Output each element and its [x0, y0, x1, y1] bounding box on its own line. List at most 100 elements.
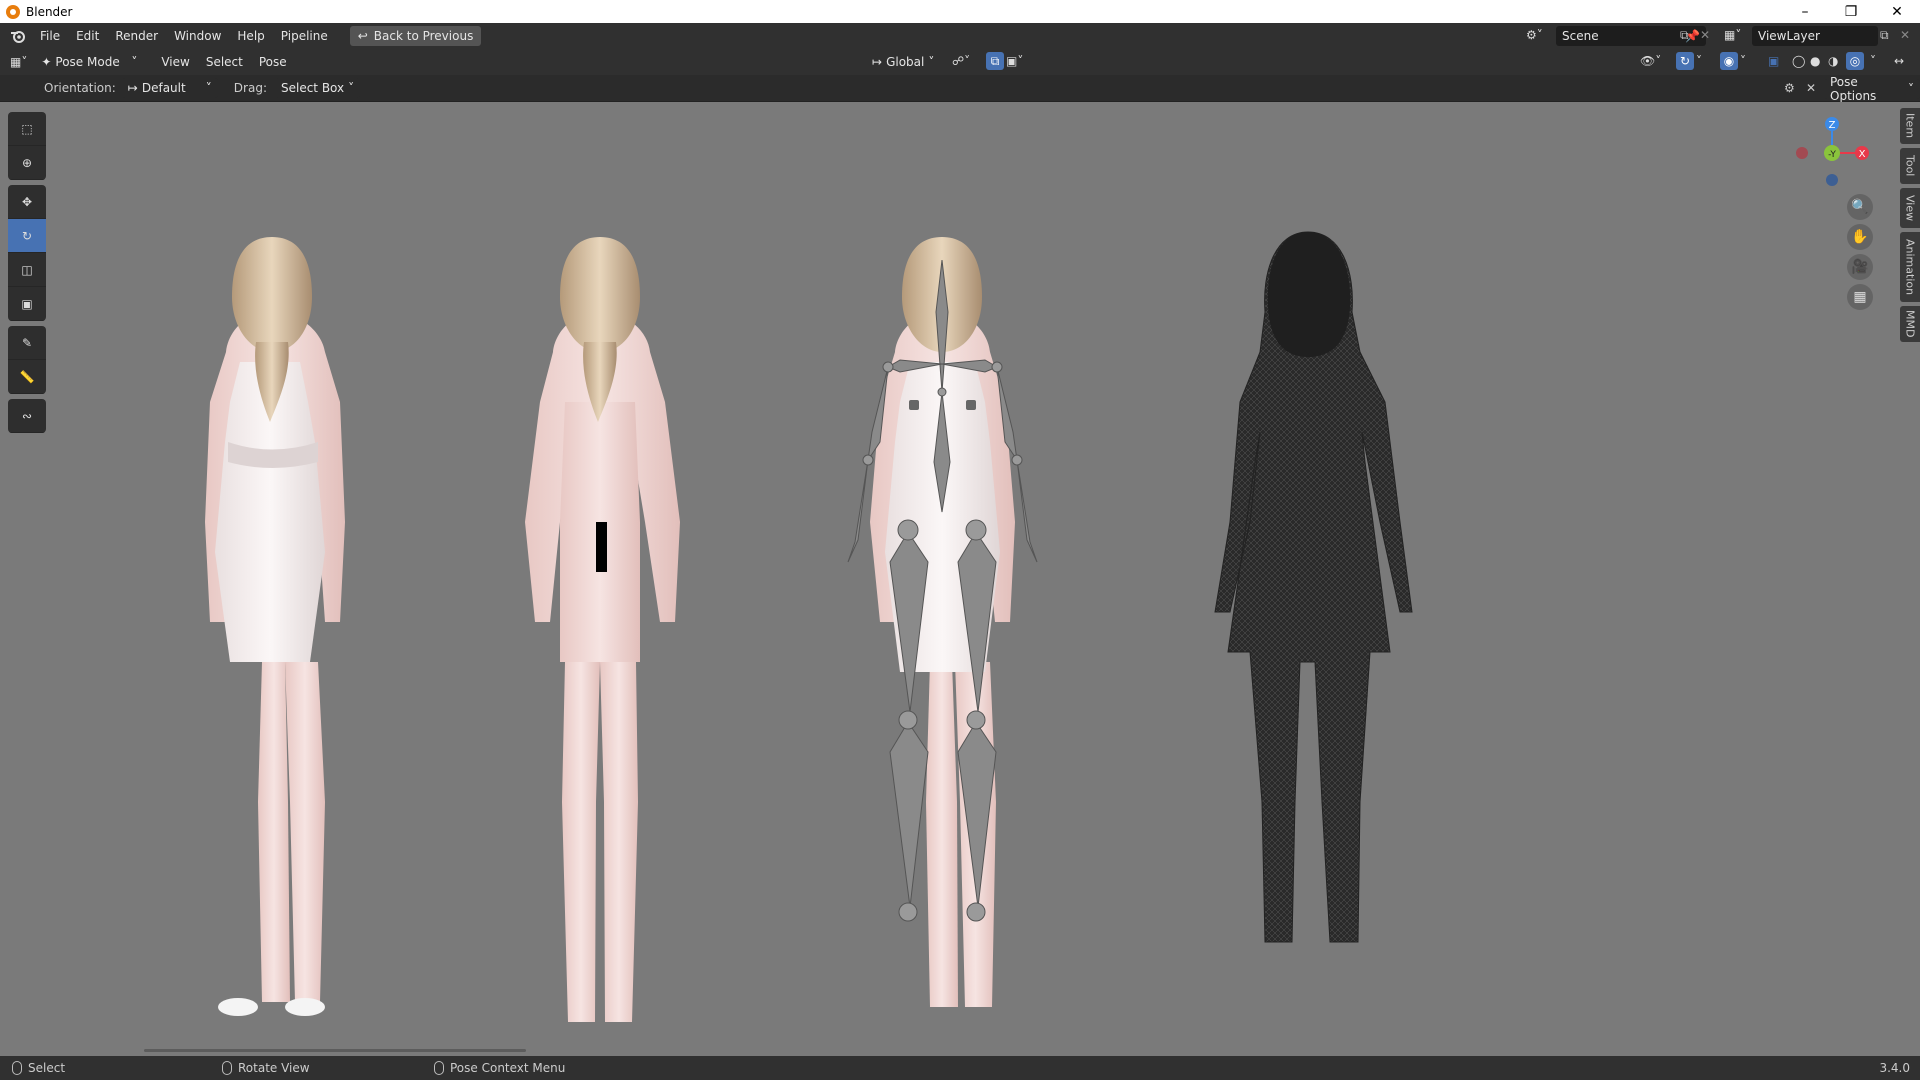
new-scene-icon[interactable]: ⧉ — [1680, 28, 1689, 43]
status-bar: Select Rotate View Pose Context Menu 3.4… — [0, 1056, 1920, 1080]
snap-toggle-icon[interactable]: ⧉ — [986, 52, 1004, 70]
annotate-tool-icon[interactable]: ✎ — [8, 326, 46, 360]
tab-mmd[interactable]: MMD — [1900, 306, 1920, 342]
window-titlebar: Blender – ❐ ✕ — [0, 0, 1920, 23]
pivot-point-icon[interactable]: ☍˅ — [952, 54, 970, 68]
orientation-icon: ↦ — [127, 81, 138, 95]
navigation-gizmo[interactable]: Z X -Y — [1792, 110, 1872, 190]
orientation-value: Default — [141, 81, 186, 95]
tool-shelf: ⬚ ⊕ ✥ ↻ ◫ ▣ ✎ 📏 ∾ — [8, 112, 46, 438]
new-viewlayer-icon[interactable]: ⧉ — [1880, 28, 1889, 43]
editor-type-icon[interactable]: ▦˅ — [10, 55, 27, 69]
snap-target-icon[interactable]: ▣˅ — [1006, 54, 1023, 68]
censor-bar — [596, 522, 607, 572]
menu-view[interactable]: View — [153, 49, 197, 75]
menu-window[interactable]: Window — [166, 23, 229, 49]
gizmo-y-label: -Y — [1828, 150, 1836, 160]
3d-viewport[interactable]: ⬚ ⊕ ✥ ↻ ◫ ▣ ✎ 📏 ∾ Z X -Y 🔍 ✋ 🎥 ▦ Item To… — [0, 102, 1920, 1056]
zoom-icon[interactable]: 🔍 — [1847, 194, 1873, 220]
axes-icon: ↦ — [872, 55, 883, 69]
sidebar-toggle-icon[interactable]: ↔ — [1894, 54, 1904, 68]
perspective-toggle-icon[interactable]: ▦ — [1847, 284, 1873, 310]
drag-value: Select Box — [280, 81, 345, 95]
shading-menu-icon[interactable]: ˅ — [1870, 54, 1876, 68]
tool-settings-icon[interactable]: ⚙ — [1784, 81, 1795, 95]
pose-options-label: Pose Options — [1830, 75, 1877, 103]
version-label: 3.4.0 — [1879, 1061, 1910, 1075]
overlays-toggle-icon[interactable]: ◉ — [1720, 52, 1738, 70]
close-tool-settings-icon[interactable]: ✕ — [1806, 81, 1816, 95]
cursor-tool-icon[interactable]: ⊕ — [8, 146, 46, 180]
pose-mode-icon: ✦ — [41, 55, 52, 69]
menu-edit[interactable]: Edit — [68, 23, 107, 49]
blender-logo-icon — [6, 4, 20, 19]
orientation-label: Orientation: — [44, 81, 116, 95]
overlays-menu-icon[interactable]: ˅ — [1740, 54, 1746, 68]
menu-render[interactable]: Render — [107, 23, 166, 49]
rotate-tool-icon[interactable]: ↻ — [8, 219, 46, 253]
orientation-selector[interactable]: ↦ Default ˅ — [121, 78, 218, 98]
mouse-middle-icon — [222, 1061, 232, 1075]
menu-pipeline[interactable]: Pipeline — [273, 23, 336, 49]
relax-pose-tool-icon[interactable]: ∾ — [8, 399, 46, 433]
back-icon: ↩ — [357, 29, 368, 43]
measure-tool-icon[interactable]: 📏 — [8, 360, 46, 394]
xray-toggle-icon[interactable]: ▣ — [1768, 54, 1779, 68]
gizmos-menu-icon[interactable]: ˅ — [1696, 54, 1702, 68]
transform-orientation-selector[interactable]: ↦ Global ˅ — [866, 52, 941, 72]
figure-dressed-back[interactable] — [205, 237, 345, 1016]
figure-body-back[interactable] — [525, 237, 680, 1022]
horizontal-scrollbar[interactable] — [144, 1049, 526, 1052]
status-rotate-label: Rotate View — [238, 1061, 310, 1075]
viewport-scene — [205, 231, 1413, 1022]
pose-options-dropdown[interactable]: Pose Options ˅ — [1824, 75, 1920, 103]
transform-tool-icon[interactable]: ▣ — [8, 287, 46, 321]
shading-wireframe-icon[interactable]: ◯ — [1792, 54, 1805, 68]
mode-selector[interactable]: ✦ Pose Mode ˅ — [35, 52, 144, 72]
pan-hand-icon[interactable]: ✋ — [1847, 224, 1873, 250]
drag-selector[interactable]: Select Box ˅ — [274, 78, 361, 98]
mouse-left-icon — [12, 1061, 22, 1075]
figure-wireframe[interactable] — [1214, 231, 1413, 943]
shading-solid-icon[interactable]: ● — [1810, 54, 1820, 68]
viewlayer-name: ViewLayer — [1758, 29, 1820, 43]
viewlayer-selector-icon[interactable]: ▦˅ — [1724, 28, 1741, 42]
menu-pose[interactable]: Pose — [251, 49, 295, 75]
top-menu-bar: File Edit Render Window Help Pipeline ↩ … — [0, 23, 1920, 49]
tab-item[interactable]: Item — [1900, 108, 1920, 144]
camera-view-icon[interactable]: 🎥 — [1847, 254, 1873, 280]
status-select: Select — [12, 1061, 65, 1075]
scale-tool-icon[interactable]: ◫ — [8, 253, 46, 287]
tab-animation[interactable]: Animation — [1900, 232, 1920, 302]
drag-label: Drag: — [233, 81, 267, 95]
scene-selector-icon[interactable]: ⚙˅ — [1526, 28, 1543, 42]
select-box-tool-icon[interactable]: ⬚ — [8, 112, 46, 146]
menu-select[interactable]: Select — [198, 49, 251, 75]
tab-view[interactable]: View — [1900, 188, 1920, 228]
chevron-down-icon: ˅ — [1908, 82, 1914, 96]
delete-scene-icon[interactable]: ✕ — [1700, 28, 1710, 42]
gizmos-toggle-icon[interactable]: ↻ — [1676, 52, 1694, 70]
lock-icon — [909, 400, 919, 410]
viewlayer-field[interactable]: ViewLayer — [1752, 26, 1878, 46]
chevron-down-icon: ˅ — [131, 55, 138, 69]
move-tool-icon[interactable]: ✥ — [8, 185, 46, 219]
visibility-icon[interactable]: 👁˅ — [1640, 54, 1661, 68]
figure-armature[interactable] — [847, 237, 1038, 1007]
shading-material-icon[interactable]: ◑ — [1828, 54, 1838, 68]
tool-settings-header: Orientation: ↦ Default ˅ Drag: Select Bo… — [0, 75, 1920, 103]
minimize-button[interactable]: – — [1782, 0, 1828, 23]
chevron-down-icon: ˅ — [348, 81, 355, 95]
status-select-label: Select — [28, 1061, 66, 1075]
menu-help[interactable]: Help — [229, 23, 272, 49]
menu-file[interactable]: File — [32, 23, 68, 49]
chevron-down-icon: ˅ — [205, 81, 212, 95]
back-to-previous-button[interactable]: ↩ Back to Previous — [349, 26, 482, 46]
close-button[interactable]: ✕ — [1874, 0, 1920, 23]
delete-viewlayer-icon[interactable]: ✕ — [1900, 28, 1910, 42]
blender-menu-icon[interactable] — [0, 23, 32, 49]
tab-tool[interactable]: Tool — [1900, 148, 1920, 184]
shading-rendered-icon[interactable]: ◎ — [1846, 52, 1864, 70]
maximize-button[interactable]: ❐ — [1828, 0, 1874, 23]
scene-name: Scene — [1562, 29, 1599, 43]
